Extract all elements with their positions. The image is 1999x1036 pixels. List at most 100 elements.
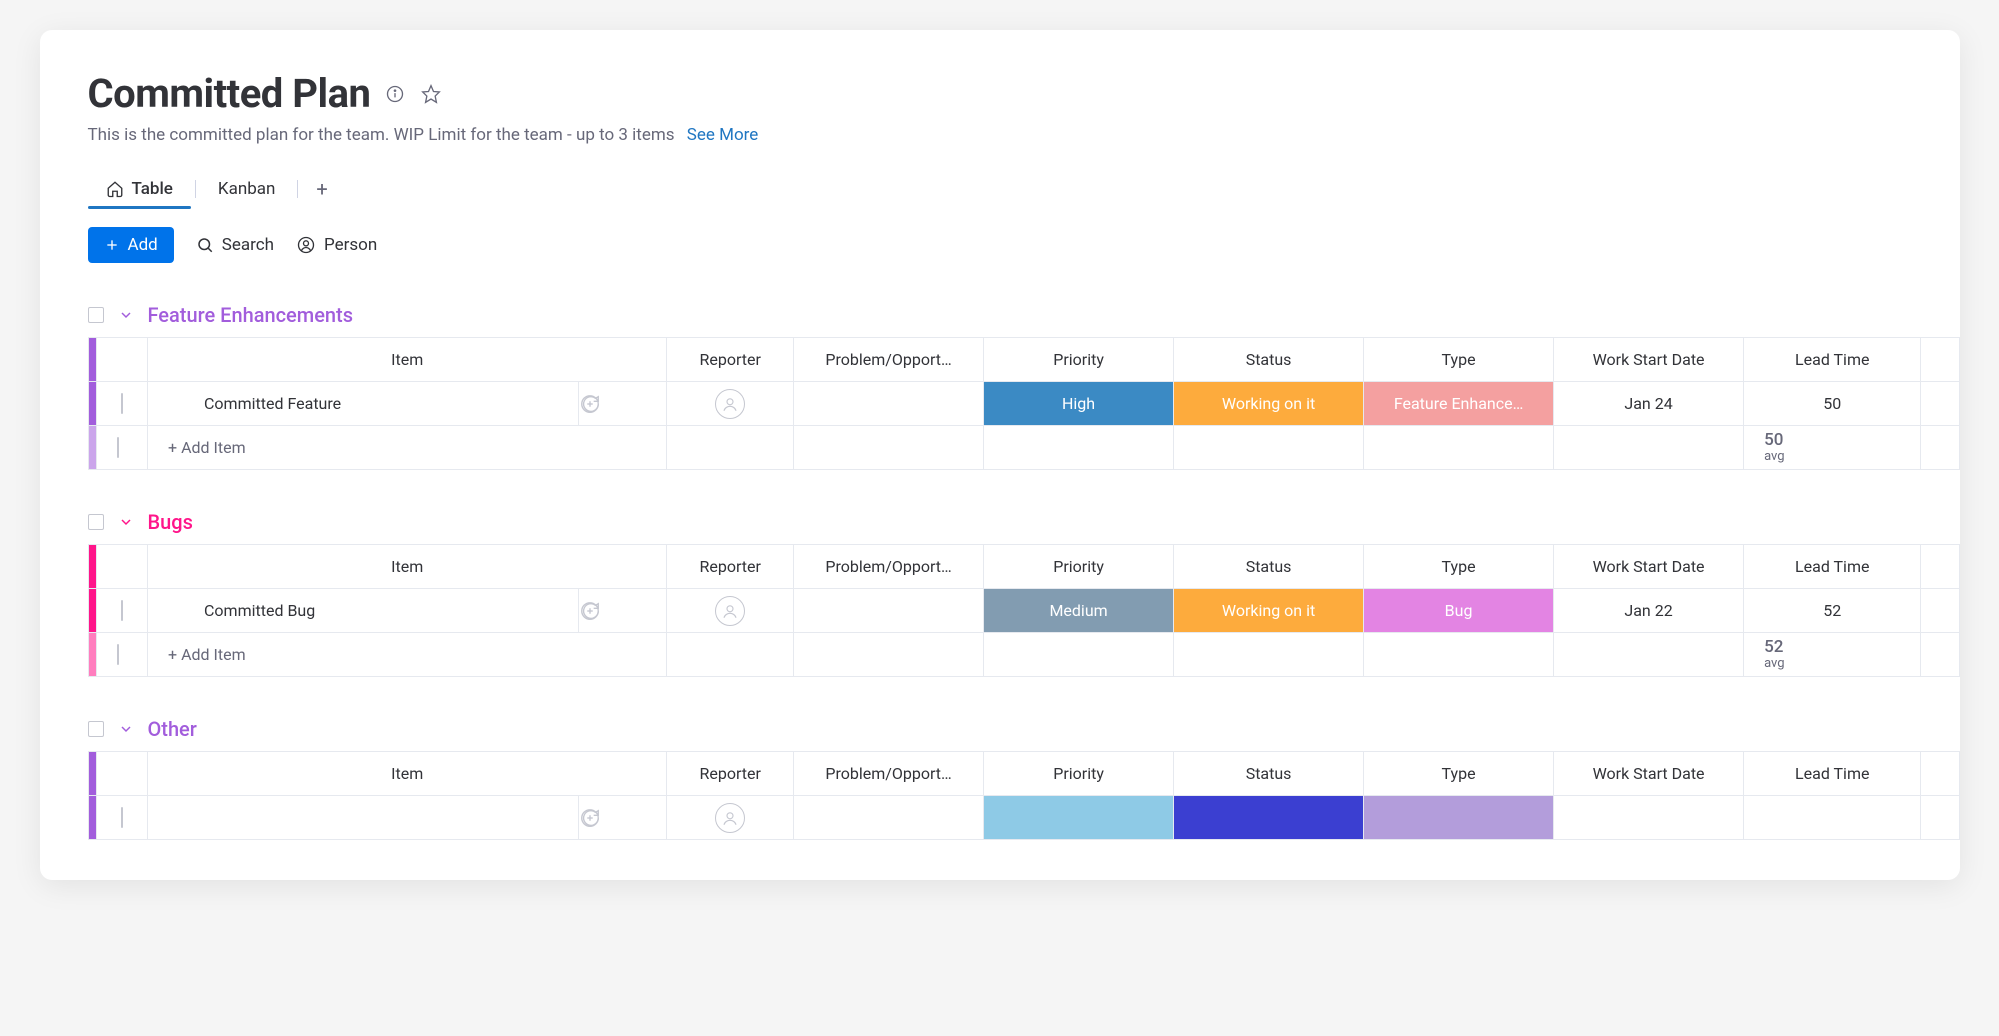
group: Other Item Reporter Problem/Opport… Prio… xyxy=(88,717,1960,840)
column-header[interactable]: Reporter xyxy=(667,752,794,796)
type-cell[interactable]: Feature Enhance… xyxy=(1364,382,1554,426)
column-header[interactable]: Status xyxy=(1174,338,1364,382)
group-table: Item Reporter Problem/Opport… Priority S… xyxy=(88,751,1960,840)
avatar-placeholder-icon[interactable] xyxy=(715,596,745,626)
column-header[interactable]: Priority xyxy=(984,338,1174,382)
column-header[interactable]: Lead Time xyxy=(1744,752,1921,796)
item-cell[interactable]: Committed Feature xyxy=(148,382,579,426)
row-spacer xyxy=(1921,796,1959,840)
group-title[interactable]: Other xyxy=(148,717,197,741)
column-header[interactable]: Type xyxy=(1364,545,1554,589)
column-header[interactable]: Problem/Opport… xyxy=(794,338,984,382)
column-header[interactable]: Item xyxy=(148,338,667,382)
column-header[interactable]: Work Start Date xyxy=(1554,545,1744,589)
chevron-down-icon[interactable] xyxy=(118,721,134,737)
reporter-cell[interactable] xyxy=(667,589,794,633)
group-title[interactable]: Bugs xyxy=(148,510,193,534)
info-icon[interactable] xyxy=(384,83,406,105)
group-checkbox[interactable] xyxy=(88,307,104,323)
column-checkbox xyxy=(97,545,148,589)
chat-cell[interactable] xyxy=(578,796,667,840)
tab-separator xyxy=(195,180,196,198)
avatar-placeholder-icon[interactable] xyxy=(715,389,745,419)
group-table: Item Reporter Problem/Opport… Priority S… xyxy=(88,337,1960,470)
column-header[interactable]: Priority xyxy=(984,752,1174,796)
reporter-cell[interactable] xyxy=(667,382,794,426)
reporter-cell[interactable] xyxy=(667,796,794,840)
column-header[interactable]: Item xyxy=(148,752,667,796)
column-header[interactable]: Status xyxy=(1174,545,1364,589)
group-header: Other xyxy=(88,717,1960,741)
work-start-date-cell[interactable] xyxy=(1554,796,1744,840)
tab-kanban[interactable]: Kanban xyxy=(200,171,293,207)
column-header[interactable]: Problem/Opport… xyxy=(794,752,984,796)
tab-add-button[interactable]: + xyxy=(302,169,341,209)
row-checkbox[interactable] xyxy=(117,437,119,458)
column-header[interactable]: Work Start Date xyxy=(1554,338,1744,382)
add-item-cell[interactable]: + Add Item xyxy=(148,633,667,677)
lead-time-cell[interactable]: 52 xyxy=(1744,589,1921,633)
priority-cell[interactable] xyxy=(984,796,1174,840)
column-header[interactable]: Type xyxy=(1364,752,1554,796)
column-header[interactable]: Lead Time xyxy=(1744,545,1921,589)
empty-cell xyxy=(794,633,984,677)
work-start-date-cell[interactable]: Jan 24 xyxy=(1554,382,1744,426)
group-checkbox[interactable] xyxy=(88,721,104,737)
star-icon[interactable] xyxy=(420,83,442,105)
table-row[interactable]: Committed Feature High Working on it Fea… xyxy=(88,382,1959,426)
group-header: Bugs xyxy=(88,510,1960,534)
status-cell[interactable]: Working on it xyxy=(1174,589,1364,633)
add-button[interactable]: Add xyxy=(88,227,174,263)
row-checkbox[interactable] xyxy=(117,644,119,665)
status-cell[interactable]: Working on it xyxy=(1174,382,1364,426)
table-row[interactable] xyxy=(88,796,1959,840)
group-checkbox[interactable] xyxy=(88,514,104,530)
column-header[interactable]: Lead Time xyxy=(1744,338,1921,382)
lead-time-cell[interactable] xyxy=(1744,796,1921,840)
priority-cell[interactable]: Medium xyxy=(984,589,1174,633)
column-header[interactable]: Problem/Opport… xyxy=(794,545,984,589)
empty-cell xyxy=(984,426,1174,470)
add-comment-icon[interactable] xyxy=(579,600,667,622)
chevron-down-icon[interactable] xyxy=(118,307,134,323)
chevron-down-icon[interactable] xyxy=(118,514,134,530)
column-header[interactable]: Type xyxy=(1364,338,1554,382)
column-header[interactable]: Status xyxy=(1174,752,1364,796)
add-comment-icon[interactable] xyxy=(579,393,667,415)
chat-cell[interactable] xyxy=(578,382,667,426)
work-start-date-cell[interactable]: Jan 22 xyxy=(1554,589,1744,633)
lead-time-cell[interactable]: 50 xyxy=(1744,382,1921,426)
problem-cell[interactable] xyxy=(794,382,984,426)
add-comment-icon[interactable] xyxy=(579,807,667,829)
add-item-cell[interactable]: + Add Item xyxy=(148,426,667,470)
person-filter-button[interactable]: Person xyxy=(296,235,377,255)
column-header[interactable]: Reporter xyxy=(667,545,794,589)
avatar-placeholder-icon[interactable] xyxy=(715,803,745,833)
problem-cell[interactable] xyxy=(794,589,984,633)
problem-cell[interactable] xyxy=(794,796,984,840)
see-more-link[interactable]: See More xyxy=(687,125,759,145)
status-cell[interactable] xyxy=(1174,796,1364,840)
item-cell[interactable]: Committed Bug xyxy=(148,589,579,633)
type-cell[interactable]: Bug xyxy=(1364,589,1554,633)
add-button-label: Add xyxy=(128,235,158,255)
group-title[interactable]: Feature Enhancements xyxy=(148,303,354,327)
column-checkbox xyxy=(97,752,148,796)
tab-table[interactable]: Table xyxy=(88,171,191,207)
item-cell[interactable] xyxy=(148,796,579,840)
column-header[interactable]: Priority xyxy=(984,545,1174,589)
row-spacer xyxy=(1921,426,1959,470)
column-header[interactable]: Work Start Date xyxy=(1554,752,1744,796)
table-row[interactable]: Committed Bug Medium Working on it Bug J… xyxy=(88,589,1959,633)
type-cell[interactable] xyxy=(1364,796,1554,840)
priority-cell[interactable]: High xyxy=(984,382,1174,426)
row-checkbox[interactable] xyxy=(121,807,123,828)
chat-cell[interactable] xyxy=(578,589,667,633)
empty-cell xyxy=(1554,633,1744,677)
column-header[interactable]: Item xyxy=(148,545,667,589)
row-checkbox[interactable] xyxy=(121,393,123,414)
column-header[interactable]: Reporter xyxy=(667,338,794,382)
row-checkbox-cell xyxy=(97,426,148,470)
row-checkbox[interactable] xyxy=(121,600,123,621)
search-button[interactable]: Search xyxy=(196,235,274,255)
